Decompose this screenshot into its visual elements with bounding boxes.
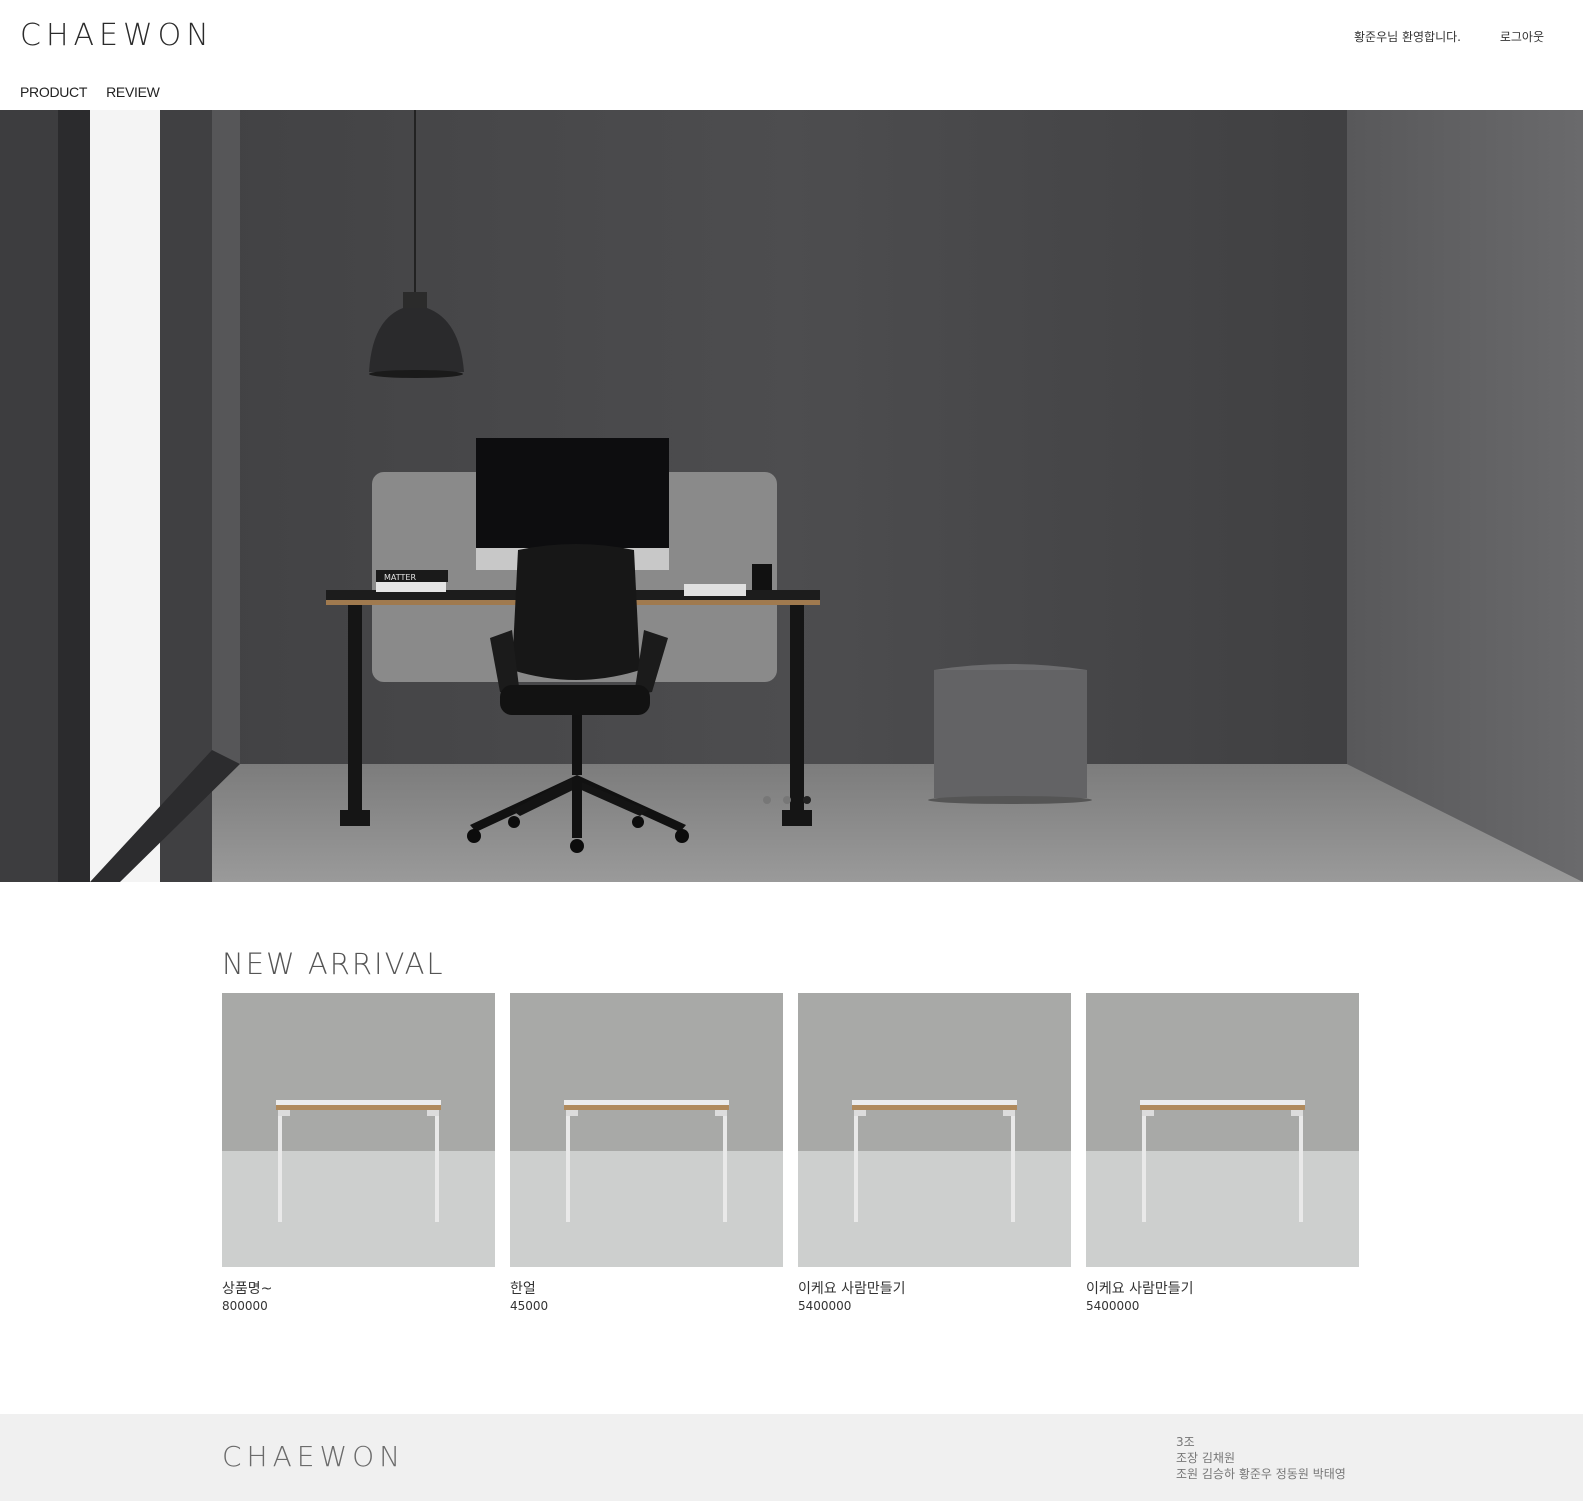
welcome-message: 황준우님 환영합니다. [1354,30,1461,44]
nav-product[interactable]: PRODUCT [20,84,87,100]
footer-members: 조원 김승하 황준우 정동원 박태영 [1176,1467,1346,1481]
product-name[interactable]: 이케요 사람만들기 [1086,1280,1359,1298]
product-name[interactable]: 한얼 [510,1280,783,1298]
product-image[interactable] [510,993,783,1267]
hero-banner: MATTER [0,110,1583,882]
logout-link[interactable]: 로그아웃 [1500,28,1544,45]
product-price: 800000 [222,1299,268,1313]
slide-dot-2[interactable] [782,796,791,804]
site-logo[interactable]: CHAEWON [20,18,214,53]
product-price: 45000 [510,1299,549,1313]
product-price: 5400000 [798,1299,852,1313]
product-image[interactable] [1086,993,1359,1267]
footer-leader: 조장 김채원 [1176,1451,1236,1465]
main-nav: PRODUCT REVIEW [20,84,160,100]
product-list: 상품명~ 800000 한얼 45000 이케요 사람만들기 5400000 이… [222,993,1359,1314]
footer-logo: CHAEWON [222,1440,406,1473]
product-image[interactable] [798,993,1071,1267]
slide-indicators [0,796,1578,804]
product-card[interactable]: 이케요 사람만들기 5400000 [798,993,1071,1314]
nav-review[interactable]: REVIEW [106,84,160,100]
product-image[interactable] [222,993,495,1267]
section-title-new-arrival: NEW ARRIVAL [222,947,445,981]
product-card[interactable]: 상품명~ 800000 [222,993,495,1314]
product-name[interactable]: 이케요 사람만들기 [798,1280,1071,1298]
site-header: CHAEWON 황준우님 환영합니다. 로그아웃 PRODUCT REVIEW [0,0,1583,110]
slide-dot-1[interactable] [762,796,771,804]
product-card[interactable]: 한얼 45000 [510,993,783,1314]
slide-dot-3[interactable] [802,796,811,804]
footer-team: 3조 [1176,1435,1195,1449]
product-price: 5400000 [1086,1299,1140,1313]
book-text: MATTER [384,573,416,582]
site-footer: CHAEWON 3조 조장 김채원 조원 김승하 황준우 정동원 박태영 [0,1414,1583,1501]
product-name[interactable]: 상품명~ [222,1280,495,1298]
footer-info: 3조 조장 김채원 조원 김승하 황준우 정동원 박태영 [1176,1434,1346,1482]
hero-image: MATTER [0,110,1583,882]
product-card[interactable]: 이케요 사람만들기 5400000 [1086,993,1359,1314]
